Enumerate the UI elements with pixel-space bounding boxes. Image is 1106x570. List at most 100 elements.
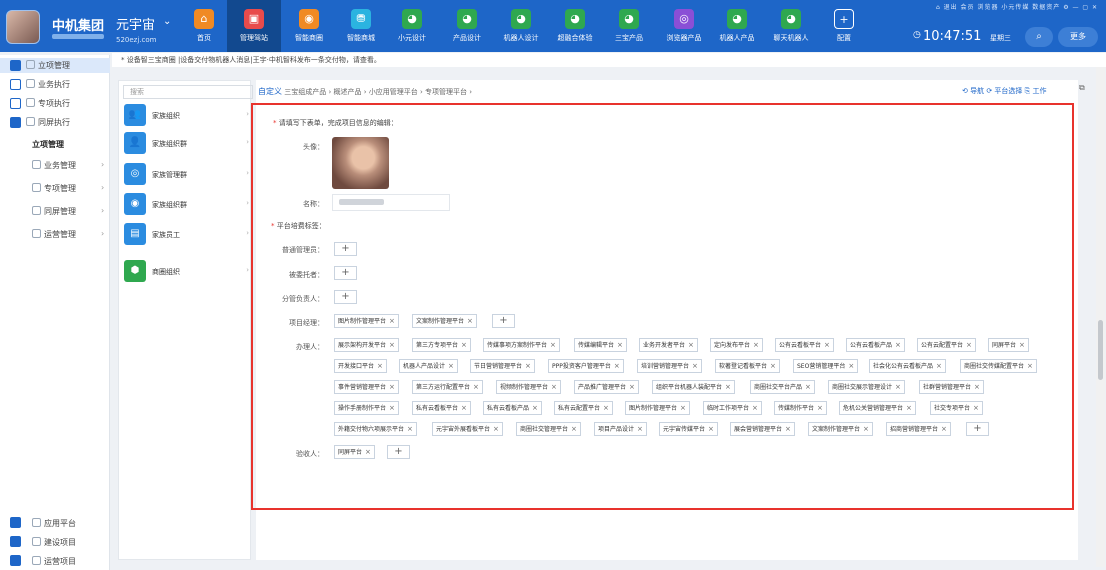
tree-node[interactable]: ⬢ 商圈组织 › xyxy=(121,260,251,284)
remove-tag-icon[interactable]: × xyxy=(389,404,395,412)
add-responsible-button[interactable]: + xyxy=(334,290,357,304)
chevron-right-icon[interactable]: › xyxy=(246,266,249,274)
person-tag[interactable]: 文案制作管理平台 × xyxy=(808,422,873,436)
sidebar-group-专项管理[interactable]: 专项管理 xyxy=(32,183,76,194)
person-tag[interactable]: 公有云配置平台 × xyxy=(917,338,976,352)
person-tag[interactable]: 图片制作管理平台 × xyxy=(625,401,690,415)
chevron-right-icon[interactable]: › xyxy=(246,199,249,207)
remove-tag-icon[interactable]: × xyxy=(603,404,609,412)
remove-tag-icon[interactable]: × xyxy=(389,341,395,349)
person-tag[interactable]: 组织平台机器人装配平台 × xyxy=(652,380,735,394)
add-host-button[interactable]: + xyxy=(334,266,357,280)
remove-tag-icon[interactable]: × xyxy=(941,425,947,433)
nav-item-5[interactable]: ◕ 产品设计 xyxy=(440,0,494,52)
remove-tag-icon[interactable]: × xyxy=(525,362,531,370)
person-tag[interactable]: 文案制作管理平台 × xyxy=(412,314,477,328)
nav-item-9[interactable]: ◎ 浏览器产品 xyxy=(657,0,711,52)
person-tag[interactable]: 社群营销管理平台 × xyxy=(919,380,984,394)
sidebar-item-业务执行[interactable]: 业务执行 xyxy=(26,79,70,90)
more-button[interactable]: 更多 xyxy=(1058,27,1098,47)
remove-tag-icon[interactable]: × xyxy=(389,317,395,325)
person-tag[interactable]: 业务开发者平台 × xyxy=(639,338,698,352)
remove-tag-icon[interactable]: × xyxy=(461,404,467,412)
window-links[interactable]: ⌂ 退出 会员 浏览器 小元传媒 数据资产 ⚙ — ▢ ✕ xyxy=(936,2,1098,11)
person-tag[interactable]: 危机公关营销管理平台 × xyxy=(839,401,916,415)
person-tag[interactable]: 机器人产品设计 × xyxy=(399,359,458,373)
person-tag[interactable]: 开发接口平台 × xyxy=(334,359,387,373)
remove-tag-icon[interactable]: × xyxy=(974,383,980,391)
person-tag[interactable]: 社会化公有云看板产品 × xyxy=(869,359,946,373)
remove-tag-icon[interactable]: × xyxy=(824,341,830,349)
remove-tag-icon[interactable]: × xyxy=(448,362,454,370)
remove-tag-icon[interactable]: × xyxy=(863,425,869,433)
remove-tag-icon[interactable]: × xyxy=(906,404,912,412)
breadcrumb-root[interactable]: 自定义 xyxy=(258,87,282,96)
tree-node[interactable]: ▤ 家族员工 › xyxy=(121,223,251,247)
remove-tag-icon[interactable]: × xyxy=(725,383,731,391)
panel-corner-icon[interactable]: ⧉ xyxy=(1079,83,1085,93)
remove-tag-icon[interactable]: × xyxy=(389,383,395,391)
person-tag[interactable]: 公有云看板产品 × xyxy=(846,338,905,352)
remove-tag-icon[interactable]: × xyxy=(753,341,759,349)
remove-tag-icon[interactable]: × xyxy=(550,341,556,349)
sidebar-item-应用平台[interactable]: 应用平台 xyxy=(32,518,76,529)
remove-tag-icon[interactable]: × xyxy=(551,383,557,391)
sidebar-item-立项管理[interactable]: 立项管理 xyxy=(26,60,70,71)
person-tag[interactable]: 展会营销管理平台 × xyxy=(730,422,795,436)
person-tag[interactable]: 元宇宙外展看板平台 × xyxy=(432,422,503,436)
sidebar-group-业务管理[interactable]: 业务管理 xyxy=(32,160,76,171)
tree-node[interactable]: ◎ 家族管理群 › xyxy=(121,163,251,187)
nav-item-10[interactable]: ◕ 机器人产品 xyxy=(710,0,764,52)
sidebar-group-运营管理[interactable]: 运营管理 xyxy=(32,229,76,240)
vertical-scrollbar[interactable] xyxy=(1096,67,1105,567)
head-photo[interactable] xyxy=(332,137,389,189)
person-tag[interactable]: 元宇宙传媒平台 × xyxy=(659,422,718,436)
chevron-right-icon[interactable]: › xyxy=(101,229,104,238)
nav-item-7[interactable]: ◕ 超融合体验 xyxy=(548,0,602,52)
tree-search-input[interactable]: 搜索 xyxy=(123,85,253,99)
remove-tag-icon[interactable]: × xyxy=(785,425,791,433)
chevron-right-icon[interactable]: › xyxy=(246,110,249,118)
nav-item-3[interactable]: ⛃ 智能商城 xyxy=(334,0,388,52)
nav-item-4[interactable]: ◕ 小元设计 xyxy=(385,0,439,52)
person-tag[interactable]: 社交专项平台 × xyxy=(930,401,983,415)
remove-tag-icon[interactable]: × xyxy=(973,404,979,412)
tree-node[interactable]: ◉ 家族组织群 › xyxy=(121,193,251,217)
person-tag[interactable]: 商圈社交传媒配置平台 × xyxy=(960,359,1037,373)
person-tag[interactable]: 公有云看板平台 × xyxy=(775,338,834,352)
remove-tag-icon[interactable]: × xyxy=(493,425,499,433)
chevron-right-icon[interactable]: › xyxy=(246,169,249,177)
tree-node[interactable]: 👤 家族组织群 › xyxy=(121,132,251,156)
person-tag[interactable]: 项目产品设计 × xyxy=(594,422,647,436)
user-avatar[interactable] xyxy=(6,10,40,44)
sidebar-item-运营项目[interactable]: 运营项目 xyxy=(32,556,76,567)
universe-selector[interactable]: 元宇宙 xyxy=(116,14,155,33)
person-tag[interactable]: 节日营销管理平台 × xyxy=(470,359,535,373)
remove-tag-icon[interactable]: × xyxy=(708,425,714,433)
remove-tag-icon[interactable]: × xyxy=(1019,341,1025,349)
scrollbar-thumb[interactable] xyxy=(1098,320,1103,380)
remove-tag-icon[interactable]: × xyxy=(966,341,972,349)
person-tag[interactable]: 同屏平台 × xyxy=(988,338,1029,352)
person-tag[interactable]: 操作手册制作平台 × xyxy=(334,401,399,415)
chevron-right-icon[interactable]: › xyxy=(101,206,104,215)
remove-tag-icon[interactable]: × xyxy=(473,383,479,391)
add-normal-admin-button[interactable]: + xyxy=(334,242,357,256)
sidebar-group-同屏管理[interactable]: 同屏管理 xyxy=(32,206,76,217)
person-tag[interactable]: 视频制作管理平台 × xyxy=(496,380,561,394)
remove-tag-icon[interactable]: × xyxy=(532,404,538,412)
person-tag[interactable]: PPP投资客户管理平台 × xyxy=(548,359,624,373)
toolbar-actions[interactable]: ⟲ 导航 ⟳ 平台选择 ⎘ 工作 xyxy=(962,86,1046,96)
tree-node[interactable]: 👥 家族组织 › xyxy=(121,104,251,128)
nav-item-11[interactable]: ◕ 聊天机器人 xyxy=(764,0,818,52)
person-tag[interactable]: 私有云看板平台 × xyxy=(412,401,471,415)
person-tag[interactable]: 商圈社交管理平台 × xyxy=(516,422,581,436)
remove-tag-icon[interactable]: × xyxy=(461,341,467,349)
remove-tag-icon[interactable]: × xyxy=(895,341,901,349)
sidebar-item-建设项目[interactable]: 建设项目 xyxy=(32,537,76,548)
sidebar-item-专项执行[interactable]: 专项执行 xyxy=(26,98,70,109)
person-tag[interactable]: 传媒制作平台 × xyxy=(774,401,827,415)
nav-item-6[interactable]: ◕ 机器人设计 xyxy=(494,0,548,52)
person-tag[interactable]: 私有云看板产品 × xyxy=(483,401,542,415)
add-acceptor-button[interactable]: + xyxy=(387,445,410,459)
